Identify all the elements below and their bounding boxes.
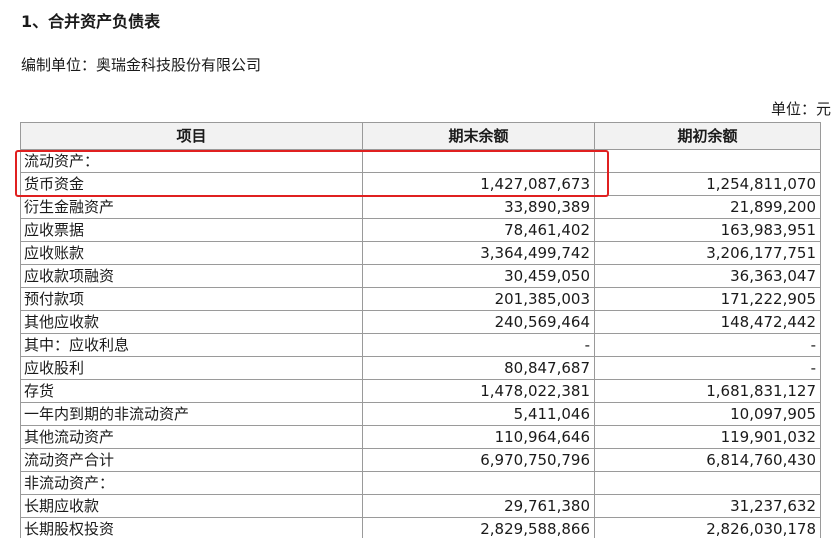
row-item-cell: 预付款项: [20, 287, 363, 311]
row-end-balance-cell: 5,411,046: [362, 402, 595, 426]
row-end-balance-cell: -: [362, 333, 595, 357]
table-row: 其他应收款 240,569,464 148,472,442: [20, 310, 821, 334]
row-item-cell: 存货: [20, 379, 363, 403]
row-end-balance-cell: 240,569,464: [362, 310, 595, 334]
table-row: 流动资产合计 6,970,750,796 6,814,760,430: [20, 448, 821, 472]
row-begin-balance-cell: 10,097,905: [594, 402, 821, 426]
row-item-cell: 其他流动资产: [20, 425, 363, 449]
row-begin-balance-cell: 36,363,047: [594, 264, 821, 288]
row-begin-balance-cell: -: [594, 333, 821, 357]
table-row: 应收票据 78,461,402 163,983,951: [20, 218, 821, 242]
row-item-cell: 应收股利: [20, 356, 363, 380]
row-item-cell: 其中：应收利息: [20, 333, 363, 357]
row-item-cell: 一年内到期的非流动资产: [20, 402, 363, 426]
row-end-balance-cell: 29,761,380: [362, 494, 595, 518]
row-end-balance-cell: 110,964,646: [362, 425, 595, 449]
row-end-balance-cell: 3,364,499,742: [362, 241, 595, 265]
table-row: 应收股利 80,847,687-: [20, 356, 821, 380]
table-row: 流动资产：: [20, 149, 821, 173]
row-begin-balance-cell: 3,206,177,751: [594, 241, 821, 265]
row-item-cell: 衍生金融资产: [20, 195, 363, 219]
row-item-cell: 货币资金: [20, 172, 363, 196]
page-cutoff: [0, 538, 834, 547]
column-header-item: 项目: [20, 122, 363, 150]
balance-sheet-table: 项目 期末余额 期初余额 流动资产： 货币资金 1,427,087,673 1,254…: [20, 122, 821, 541]
table-row: 存货 1,478,022,381 1,681,831,127: [20, 379, 821, 403]
row-end-balance-cell: 1,478,022,381: [362, 379, 595, 403]
row-end-balance-cell: 80,847,687: [362, 356, 595, 380]
row-item-cell: 流动资产：: [20, 149, 363, 173]
column-header-begin-balance: 期初余额: [594, 122, 821, 150]
row-item-cell: 流动资产合计: [20, 448, 363, 472]
row-begin-balance-cell: 163,983,951: [594, 218, 821, 242]
row-end-balance-cell: [362, 471, 595, 495]
row-end-balance-cell: 33,890,389: [362, 195, 595, 219]
row-begin-balance-cell: -: [594, 356, 821, 380]
column-header-end-balance: 期末余额: [362, 122, 595, 150]
table-row: 其中：应收利息 - -: [20, 333, 821, 357]
row-begin-balance-cell: 1,681,831,127: [594, 379, 821, 403]
table-row: 长期应收款 29,761,380 31,237,632: [20, 494, 821, 518]
table-row: 货币资金 1,427,087,673 1,254,811,070: [20, 172, 821, 196]
table-row: 非流动资产：: [20, 471, 821, 495]
table-row: 预付款项 201,385,003 171,222,905: [20, 287, 821, 311]
row-begin-balance-cell: 31,237,632: [594, 494, 821, 518]
row-end-balance-cell: 30,459,050: [362, 264, 595, 288]
table-row: 衍生金融资产 33,890,389 21,899,200: [20, 195, 821, 219]
currency-unit: 单位：元: [771, 100, 832, 118]
table-header-row: 项目 期末余额 期初余额: [20, 122, 821, 150]
row-item-cell: 非流动资产：: [20, 471, 363, 495]
row-begin-balance-cell: 1,254,811,070: [594, 172, 821, 196]
section-title: 1、合并资产负债表: [21, 12, 161, 31]
row-item-cell: 长期应收款: [20, 494, 363, 518]
row-end-balance-cell: 6,970,750,796: [362, 448, 595, 472]
row-begin-balance-cell: 119,901,032: [594, 425, 821, 449]
table-row: 应收账款 3,364,499,742 3,206,177,751: [20, 241, 821, 265]
row-begin-balance-cell: 171,222,905: [594, 287, 821, 311]
row-begin-balance-cell: [594, 149, 821, 173]
row-item-cell: 应收款项融资: [20, 264, 363, 288]
row-item-cell: 应收票据: [20, 218, 363, 242]
table-row: 应收款项融资 30,459,050 36,363,047: [20, 264, 821, 288]
row-item-cell: 应收账款: [20, 241, 363, 265]
table-row: 一年内到期的非流动资产 5,411,046 10,097,905: [20, 402, 821, 426]
row-begin-balance-cell: 21,899,200: [594, 195, 821, 219]
table-row: 其他流动资产 110,964,646 119,901,032: [20, 425, 821, 449]
row-end-balance-cell: [362, 149, 595, 173]
row-begin-balance-cell: [594, 471, 821, 495]
row-item-cell: 其他应收款: [20, 310, 363, 334]
row-end-balance-cell: 78,461,402: [362, 218, 595, 242]
row-end-balance-cell: 201,385,003: [362, 287, 595, 311]
row-begin-balance-cell: 6,814,760,430: [594, 448, 821, 472]
company-line: 编制单位：奥瑞金科技股份有限公司: [21, 56, 262, 74]
row-end-balance-cell: 1,427,087,673: [362, 172, 595, 196]
row-begin-balance-cell: 148,472,442: [594, 310, 821, 334]
